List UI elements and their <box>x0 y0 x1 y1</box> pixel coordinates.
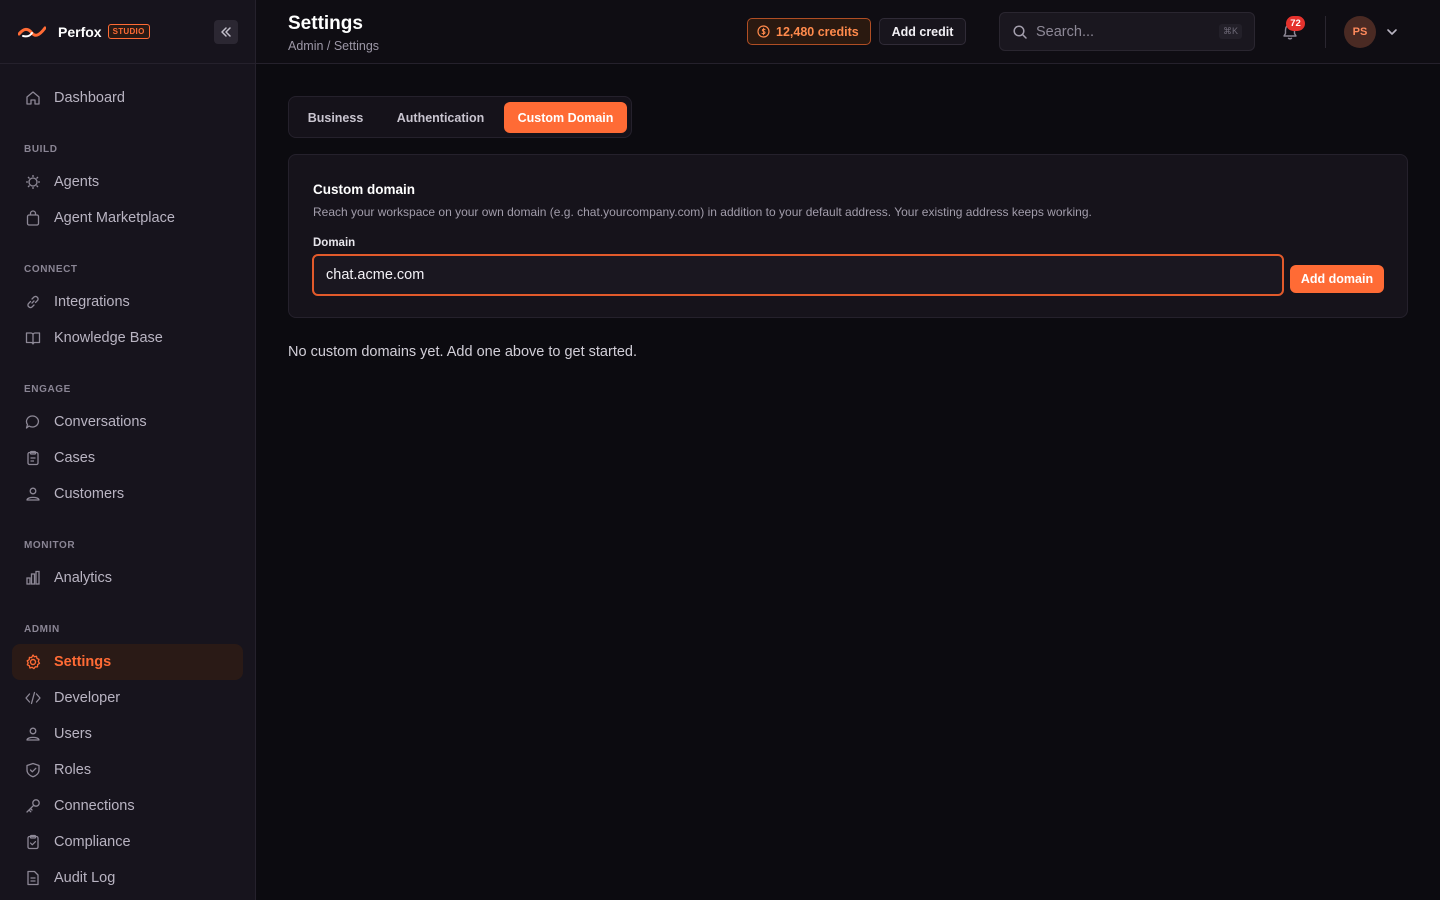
collapse-sidebar-button[interactable] <box>214 20 238 44</box>
sidebar-item-label: Settings <box>54 654 112 670</box>
credits-label: 12,480 credits <box>776 24 859 39</box>
nav-section-engage: ENGAGE <box>24 384 71 395</box>
sidebar: Perfox STUDIO Dashboard BUILD Agents Age… <box>0 0 256 900</box>
sidebar-item-agents[interactable]: Agents <box>12 164 243 200</box>
sidebar-item-roles[interactable]: Roles <box>12 752 243 788</box>
chevron-down-icon[interactable] <box>1385 25 1399 39</box>
chat-icon <box>25 415 39 429</box>
clipboard-check-icon <box>27 834 39 850</box>
breadcrumb: Admin / Settings <box>288 39 380 53</box>
sidebar-item-users[interactable]: Users <box>12 716 243 752</box>
custom-domain-card: Custom domain Reach your workspace on yo… <box>288 154 1408 318</box>
brand: Perfox STUDIO <box>0 0 255 64</box>
settings-tabs: Business Authentication Custom Domain <box>288 96 632 138</box>
add-domain-button[interactable]: Add domain <box>1290 265 1384 293</box>
sidebar-item-label: Connections <box>54 798 135 814</box>
add-credit-button[interactable]: Add credit <box>879 18 966 45</box>
nav-section-monitor: MONITOR <box>24 540 76 551</box>
sidebar-item-label: Audit Log <box>54 870 116 886</box>
notification-badge: 72 <box>1286 16 1305 31</box>
top-header: Settings Admin / Settings 12,480 credits… <box>256 0 1440 64</box>
chart-icon <box>26 570 40 585</box>
empty-state-message: No custom domains yet. Add one above to … <box>288 344 638 360</box>
key-icon <box>26 799 40 813</box>
home-icon <box>26 91 40 105</box>
bag-icon <box>26 210 40 226</box>
sidebar-item-compliance[interactable]: Compliance <box>12 824 243 860</box>
sidebar-item-label: Conversations <box>54 414 147 430</box>
card-description: Reach your workspace on your own domain … <box>313 205 1092 219</box>
sidebar-item-label: Agents <box>54 174 100 190</box>
sidebar-item-label: Knowledge Base <box>54 330 163 346</box>
sidebar-item-dashboard[interactable]: Dashboard <box>12 80 243 116</box>
sidebar-item-audit-log[interactable]: Audit Log <box>12 860 243 896</box>
sidebar-item-knowledge-base[interactable]: Knowledge Base <box>12 320 243 356</box>
sidebar-item-label: Integrations <box>54 294 130 310</box>
header-divider <box>1325 16 1326 48</box>
sidebar-item-label: Users <box>54 726 92 742</box>
book-icon <box>25 332 41 345</box>
avatar[interactable]: PS <box>1344 16 1376 48</box>
shield-icon <box>26 762 40 778</box>
sidebar-item-integrations[interactable]: Integrations <box>12 284 243 320</box>
search-placeholder: Search... <box>1036 23 1095 40</box>
tab-authentication[interactable]: Authentication <box>381 102 500 133</box>
sidebar-item-connections[interactable]: Connections <box>12 788 243 824</box>
tab-business[interactable]: Business <box>294 102 377 133</box>
sidebar-item-label: Analytics <box>54 570 113 586</box>
credits-badge[interactable]: 12,480 credits <box>747 18 871 45</box>
search-shortcut: ⌘K <box>1218 24 1242 39</box>
sidebar-item-label: Roles <box>54 762 92 778</box>
domain-field-label: Domain <box>313 237 356 249</box>
sidebar-item-conversations[interactable]: Conversations <box>12 404 243 440</box>
users-icon <box>26 727 40 741</box>
page-title: Settings <box>288 13 363 34</box>
sidebar-item-customers[interactable]: Customers <box>12 476 243 512</box>
search-input[interactable]: Search... ⌘K <box>999 12 1255 51</box>
sidebar-item-cases[interactable]: Cases <box>12 440 243 476</box>
sidebar-item-analytics[interactable]: Analytics <box>12 560 243 596</box>
customers-icon <box>26 487 40 501</box>
tab-custom-domain[interactable]: Custom Domain <box>504 102 627 133</box>
code-icon <box>25 691 41 705</box>
sidebar-item-label: Developer <box>54 690 121 706</box>
gear-icon <box>26 654 41 670</box>
perfox-logo-icon <box>18 26 46 37</box>
sidebar-item-label: Dashboard <box>54 90 125 106</box>
sidebar-item-label: Customers <box>54 486 125 502</box>
sidebar-item-label: Compliance <box>54 834 131 850</box>
agent-icon <box>26 175 40 189</box>
clipboard-icon <box>27 450 39 466</box>
search-icon <box>1013 24 1027 39</box>
domain-field[interactable] <box>312 254 1284 296</box>
brand-badge: STUDIO <box>107 24 150 39</box>
sidebar-item-label: Agent Marketplace <box>54 210 175 226</box>
link-icon <box>27 295 39 309</box>
document-icon <box>27 870 39 886</box>
nav-section-connect: CONNECT <box>24 264 78 275</box>
sidebar-item-settings[interactable]: Settings <box>12 644 243 680</box>
nav-section-build: BUILD <box>24 144 58 155</box>
nav-section-admin: ADMIN <box>24 624 60 635</box>
card-title: Custom domain <box>313 182 416 197</box>
sidebar-item-label: Cases <box>54 450 96 466</box>
brand-name: Perfox <box>58 23 102 40</box>
chevrons-left-icon <box>221 27 231 37</box>
coin-icon <box>757 25 770 38</box>
sidebar-item-agent-marketplace[interactable]: Agent Marketplace <box>12 200 243 236</box>
sidebar-item-developer[interactable]: Developer <box>12 680 243 716</box>
